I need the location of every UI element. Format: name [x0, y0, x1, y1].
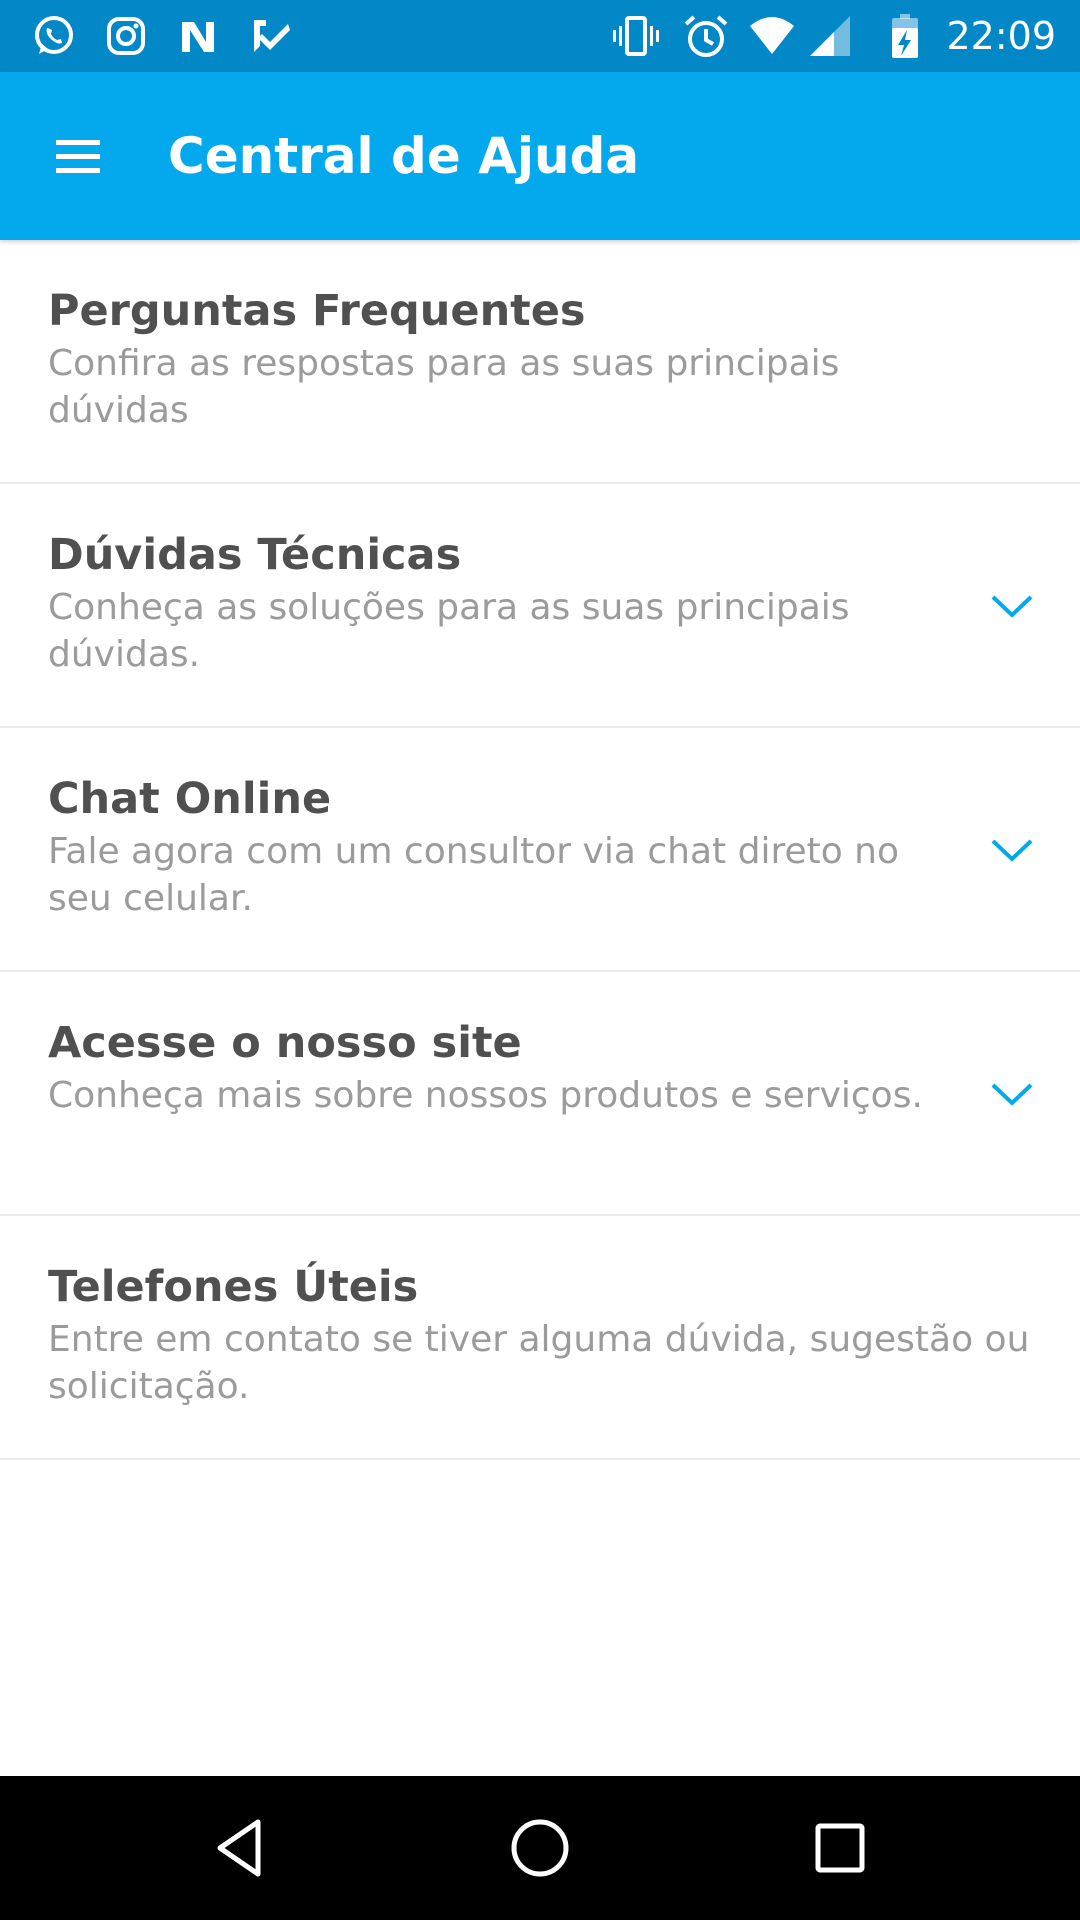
nubank-icon [174, 12, 222, 60]
item-title: Acesse o nosso site [48, 1018, 522, 1068]
item-description: Entre em contato se tiver alguma dúvida,… [48, 1319, 1030, 1407]
signal-icon [806, 12, 854, 60]
chevron-down-icon[interactable] [984, 822, 1040, 878]
item-description: Confira as respostas para as suas princi… [48, 343, 840, 431]
status-bar: 22:09 [0, 0, 1080, 72]
wifi-icon [748, 12, 796, 60]
hamburger-menu-icon[interactable] [44, 120, 116, 192]
chevron-down-icon[interactable] [984, 578, 1040, 634]
item-description: Conheça mais sobre nossos produtos e ser… [48, 1075, 923, 1116]
item-description: Conheça as soluções para as suas princip… [48, 587, 850, 675]
recents-icon[interactable] [804, 1812, 876, 1884]
chevron-down-icon[interactable] [984, 1066, 1040, 1122]
list-item-chat-online[interactable]: Chat Online Fale agora com um consultor … [0, 728, 1080, 972]
item-title: Chat Online [48, 774, 332, 824]
whatsapp-icon [30, 12, 78, 60]
instagram-icon [102, 12, 150, 60]
back-icon[interactable] [204, 1812, 276, 1884]
battery-charging-icon [880, 12, 928, 60]
page-title: Central de Ajuda [168, 127, 640, 185]
alarm-icon [682, 12, 730, 60]
navigation-bar [0, 1776, 1080, 1920]
list-item-duvidas-tecnicas[interactable]: Dúvidas Técnicas Conheça as soluções par… [0, 484, 1080, 728]
item-title: Dúvidas Técnicas [48, 530, 462, 580]
item-title: Perguntas Frequentes [48, 286, 586, 336]
list-item-acesse-nosso-site[interactable]: Acesse o nosso site Conheça mais sobre n… [0, 972, 1080, 1216]
item-title: Telefones Úteis [48, 1262, 419, 1312]
status-time: 22:09 [946, 14, 1056, 58]
vibrate-icon [612, 12, 660, 60]
item-description: Fale agora com um consultor via chat dir… [48, 831, 900, 919]
home-icon[interactable] [504, 1812, 576, 1884]
list-item-perguntas-frequentes[interactable]: Perguntas Frequentes Confira as resposta… [0, 240, 1080, 484]
tasks-icon [246, 12, 294, 60]
help-menu-list: Perguntas Frequentes Confira as resposta… [0, 240, 1080, 1460]
help-center-screen: 22:09 Central de Ajuda Perguntas Frequen… [0, 0, 1080, 1920]
list-item-telefones-uteis[interactable]: Telefones Úteis Entre em contato se tive… [0, 1216, 1080, 1460]
app-bar: Central de Ajuda [0, 72, 1080, 240]
